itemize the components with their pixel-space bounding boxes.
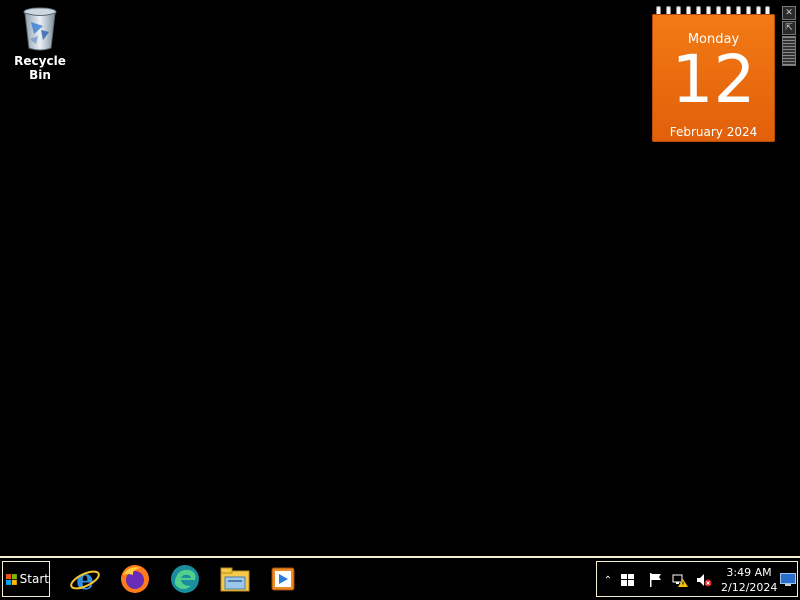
start-label: Start	[19, 572, 49, 586]
taskbar-pin-media-player[interactable]	[266, 562, 300, 596]
network-warning-icon	[672, 574, 688, 587]
gadget-size-button[interactable]: ⇱	[782, 21, 796, 35]
gadget-drag-handle[interactable]	[782, 36, 796, 66]
calendar-day-number: 12	[671, 41, 756, 118]
taskbar-pin-firefox[interactable]	[118, 562, 152, 596]
show-desktop-icon	[780, 573, 796, 586]
calendar-gadget[interactable]: Monday 12 February 2024	[652, 6, 775, 142]
desktop-icon-recycle-bin[interactable]: Recycle Bin	[2, 6, 78, 82]
tray-network[interactable]	[671, 571, 689, 589]
start-button[interactable]: Start	[2, 561, 50, 597]
chevron-up-icon: ⌃	[603, 574, 613, 586]
internet-explorer-icon: e	[70, 563, 100, 595]
windows-logo-icon	[6, 573, 17, 585]
windows-update-icon	[621, 574, 634, 586]
tray-clock[interactable]: 3:49 AM 2/12/2024	[721, 565, 777, 595]
show-hidden-icons-button[interactable]: ⌃	[599, 571, 617, 589]
firefox-icon	[121, 565, 149, 593]
tray-volume[interactable]	[695, 571, 713, 589]
clock-time: 3:49 AM	[726, 566, 772, 579]
show-desktop-button[interactable]	[779, 571, 797, 589]
desktop: Recycle Bin Monday 12 February 2024 ✕ ⇱	[0, 0, 800, 556]
tray-windows-icon[interactable]	[619, 571, 637, 589]
taskbar-pin-edge[interactable]	[168, 562, 202, 596]
tray-action-center[interactable]	[647, 571, 665, 589]
svg-text:e: e	[76, 563, 94, 595]
gadget-controls: ✕ ⇱	[782, 6, 796, 66]
clock-date: 2/12/2024	[721, 581, 778, 594]
flag-icon	[650, 573, 661, 587]
media-player-icon	[271, 567, 295, 591]
taskbar-pin-internet-explorer[interactable]: e	[68, 562, 102, 596]
system-tray: ⌃ 3:49 AM 2/12/2024	[596, 561, 798, 597]
gadget-close-button[interactable]: ✕	[782, 6, 796, 20]
file-explorer-icon	[220, 567, 250, 592]
calendar-page: Monday 12 February 2024	[652, 14, 775, 142]
edge-icon	[171, 565, 199, 593]
desktop-icon-label: Recycle Bin	[14, 54, 66, 82]
taskbar: Start e ⌃ 3:49 AM 2/12/2024	[0, 556, 800, 600]
volume-muted-icon	[697, 574, 712, 587]
taskbar-pin-file-explorer[interactable]	[218, 562, 252, 596]
calendar-month-year: February 2024	[669, 125, 758, 139]
recycle-bin-icon	[23, 7, 57, 51]
